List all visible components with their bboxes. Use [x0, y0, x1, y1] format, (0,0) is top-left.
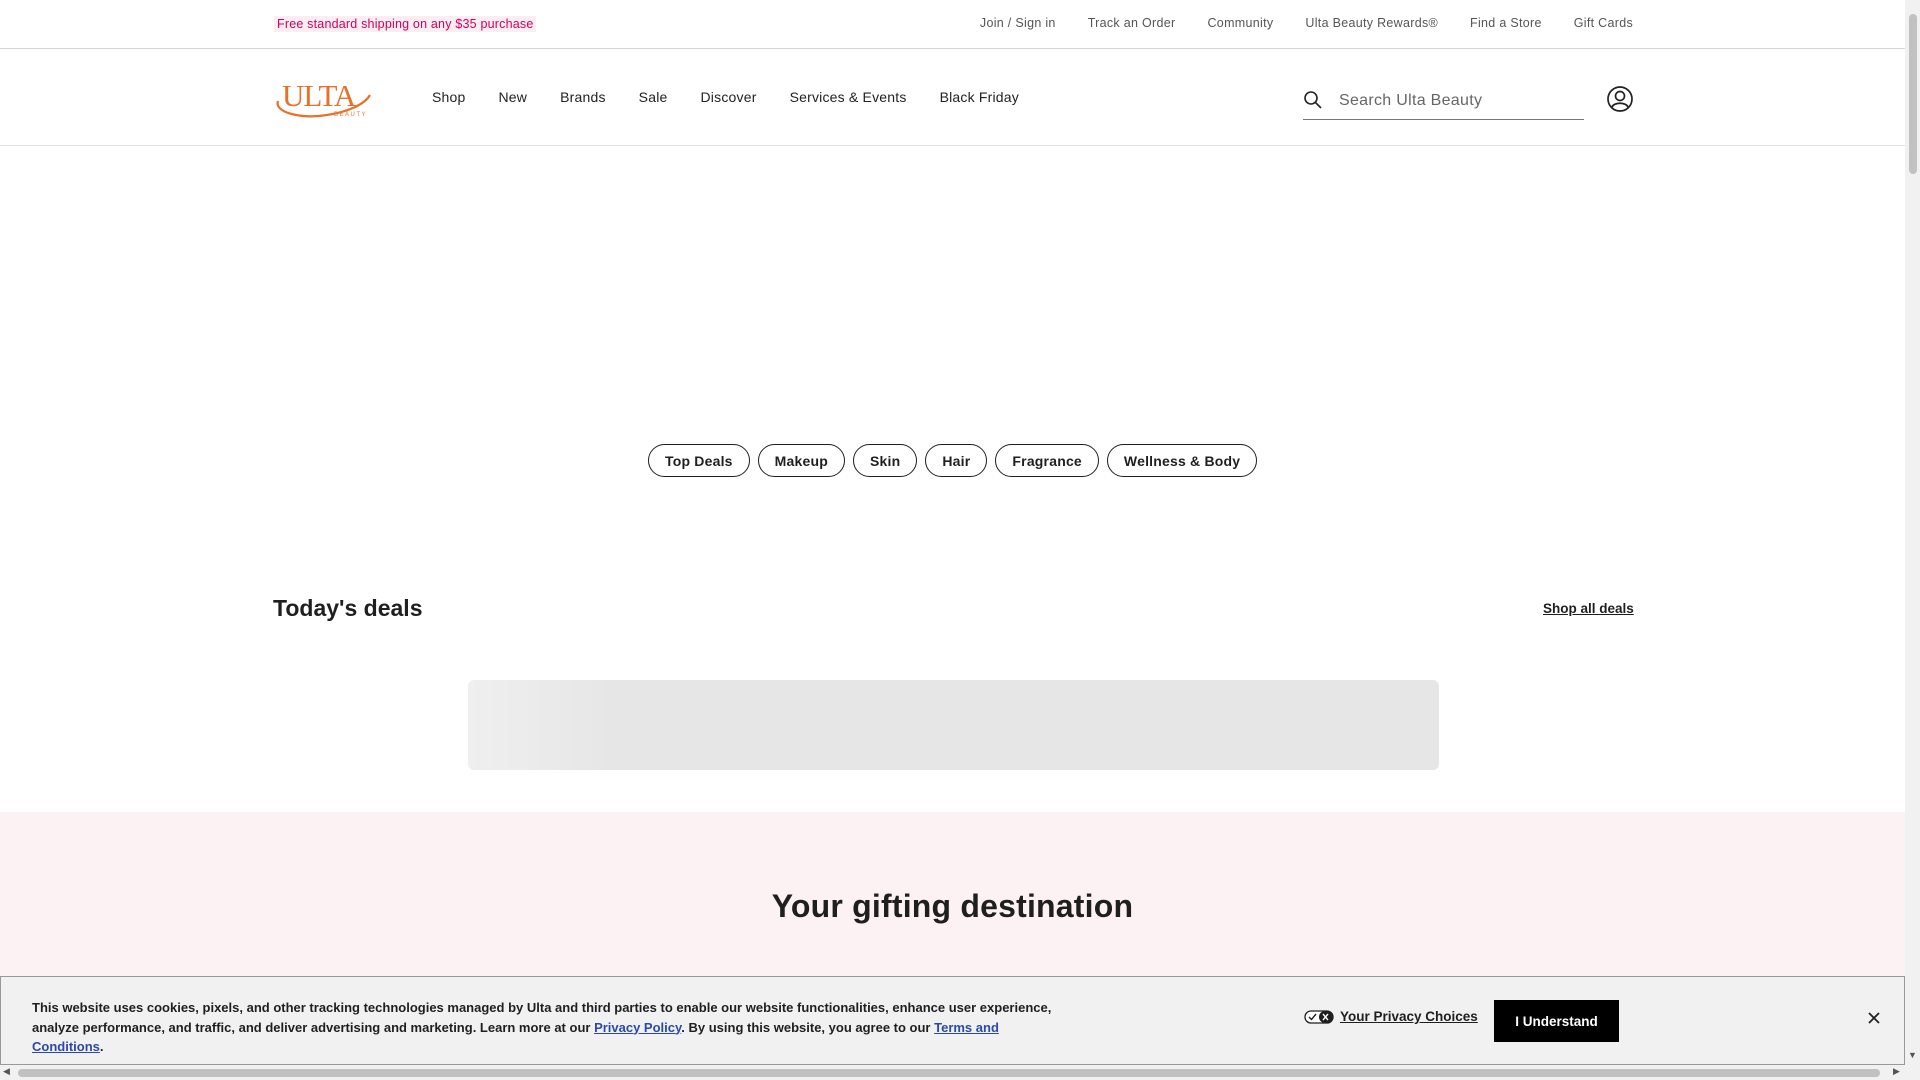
search-input[interactable] — [1339, 89, 1579, 113]
track-order-link[interactable]: Track an Order — [1088, 16, 1176, 30]
gift-cards-link[interactable]: Gift Cards — [1574, 16, 1633, 30]
main-nav: Shop New Brands Sale Discover Services &… — [432, 89, 1052, 105]
pill-makeup[interactable]: Makeup — [757, 444, 845, 477]
horizontal-scrollbar[interactable]: ◀ ▶ — [0, 1065, 1905, 1080]
utility-bar: Free standard shipping on any $35 purcha… — [0, 0, 1905, 49]
scroll-right-arrow-icon[interactable]: ▶ — [1893, 1066, 1900, 1077]
nav-brands[interactable]: Brands — [560, 89, 606, 105]
search-icon[interactable] — [1303, 90, 1323, 110]
nav-shop[interactable]: Shop — [432, 89, 466, 105]
pill-hair[interactable]: Hair — [925, 444, 988, 477]
cookie-text: This website uses cookies, pixels, and o… — [32, 998, 1062, 1057]
find-store-link[interactable]: Find a Store — [1470, 16, 1542, 30]
privacy-choices: Your Privacy Choices — [1304, 1009, 1478, 1024]
category-pills: Top Deals Makeup Skin Hair Fragrance Wel… — [648, 444, 1258, 477]
cookie-text-after: . — [99, 1039, 104, 1054]
cookie-banner: This website uses cookies, pixels, and o… — [0, 976, 1905, 1065]
free-shipping-promo[interactable]: Free standard shipping on any $35 purcha… — [274, 16, 537, 32]
vertical-scroll-thumb[interactable] — [1909, 14, 1917, 174]
main-header: ULTA BEAUTY Shop New Brands Sale Discove… — [0, 49, 1905, 146]
logo-text: ULTA — [282, 78, 357, 113]
pill-top-deals[interactable]: Top Deals — [648, 444, 750, 477]
horizontal-scroll-thumb[interactable] — [18, 1069, 1880, 1077]
ulta-logo[interactable]: ULTA BEAUTY — [272, 75, 372, 119]
rewards-link[interactable]: Ulta Beauty Rewards® — [1305, 16, 1438, 30]
i-understand-button[interactable]: I Understand — [1494, 1000, 1619, 1042]
community-link[interactable]: Community — [1207, 16, 1273, 30]
close-icon[interactable] — [1865, 1009, 1883, 1027]
gifting-title: Your gifting destination — [771, 888, 1134, 924]
nav-discover[interactable]: Discover — [701, 89, 757, 105]
vertical-scrollbar[interactable]: ▼ — [1905, 0, 1920, 1080]
nav-sale[interactable]: Sale — [639, 89, 668, 105]
privacy-toggle-icon — [1304, 1009, 1334, 1024]
pill-skin[interactable]: Skin — [853, 444, 918, 477]
account-icon[interactable] — [1606, 85, 1634, 113]
deals-title: Today's deals — [273, 595, 423, 621]
cookie-text-middle: . By using this website, you agree to ou… — [681, 1019, 935, 1035]
scroll-left-arrow-icon[interactable]: ◀ — [3, 1066, 10, 1077]
search-bar — [1303, 89, 1584, 120]
pill-wellness-body[interactable]: Wellness & Body — [1106, 444, 1258, 477]
pill-fragrance[interactable]: Fragrance — [995, 444, 1099, 477]
nav-black-friday[interactable]: Black Friday — [940, 89, 1019, 105]
your-privacy-choices-link[interactable]: Your Privacy Choices — [1340, 1009, 1478, 1024]
deals-loading-placeholder — [468, 680, 1439, 770]
utility-links: Join / Sign in Track an Order Community … — [948, 16, 1633, 30]
privacy-policy-link[interactable]: Privacy Policy — [594, 1020, 681, 1035]
join-sign-in-link[interactable]: Join / Sign in — [980, 16, 1056, 30]
scroll-down-arrow-icon[interactable]: ▼ — [1908, 1050, 1917, 1060]
shop-all-deals-link[interactable]: Shop all deals — [1543, 601, 1634, 616]
nav-services-events[interactable]: Services & Events — [790, 89, 907, 105]
nav-new[interactable]: New — [499, 89, 528, 105]
logo-subtext: BEAUTY — [334, 112, 367, 118]
